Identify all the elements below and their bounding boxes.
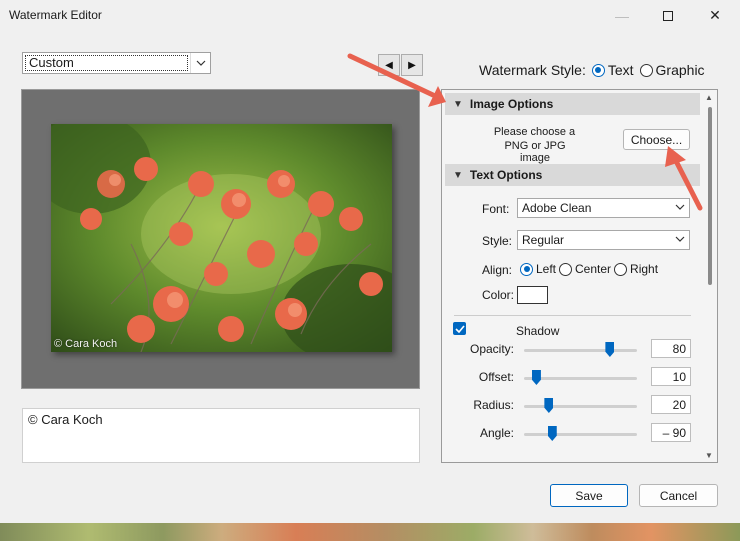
chevron-down-icon	[675, 233, 685, 248]
options-panel: ▼ Image Options Please choose a PNG or J…	[441, 89, 718, 463]
prev-arrow-icon: ◀	[385, 59, 393, 71]
chevron-down-icon	[190, 53, 210, 73]
radius-label: Radius:	[473, 398, 514, 412]
image-prompt-line2: PNG or JPG image	[504, 140, 566, 164]
style-value: Regular	[522, 233, 565, 247]
align-label: Align:	[482, 263, 513, 277]
triangle-down-icon: ▼	[453, 169, 463, 181]
angle-value[interactable]: – 90	[651, 423, 691, 442]
title-bar: Watermark Editor — ✕	[0, 0, 740, 31]
offset-thumb[interactable]	[531, 370, 541, 385]
angle-track[interactable]	[524, 433, 637, 436]
chevron-down-icon	[675, 201, 685, 216]
next-arrow-icon: ▶	[408, 59, 416, 71]
angle-thumb[interactable]	[547, 426, 557, 441]
background-photo-strip	[0, 523, 740, 541]
maximize-icon[interactable]	[645, 0, 691, 31]
close-icon[interactable]: ✕	[692, 0, 738, 31]
minimize-icon[interactable]: —	[599, 0, 645, 31]
radius-thumb[interactable]	[544, 398, 554, 413]
watermark-style-label: Watermark Style:	[479, 62, 586, 78]
prev-button[interactable]: ◀	[378, 54, 400, 76]
shadow-label: Shadow	[516, 324, 560, 338]
opacity-label: Opacity:	[469, 342, 514, 356]
color-label: Color:	[482, 288, 515, 302]
opacity-thumb[interactable]	[605, 342, 615, 357]
angle-label: Angle:	[479, 426, 514, 440]
image-options-title: Image Options	[469, 97, 554, 111]
scroll-down-icon[interactable]: ▼	[705, 451, 713, 460]
save-button[interactable]: Save	[550, 484, 628, 507]
style-text-label[interactable]: Text	[608, 62, 634, 78]
align-left-radio[interactable]	[520, 262, 533, 276]
text-options-title: Text Options	[469, 168, 543, 182]
angle-slider-row: Angle: – 90	[442, 423, 702, 445]
image-options-header[interactable]: ▼ Image Options	[445, 93, 700, 115]
style-text-radio[interactable]	[591, 63, 605, 77]
opacity-value[interactable]: 80	[651, 339, 691, 358]
font-label: Font:	[482, 202, 510, 216]
watermark-style-group: Watermark Style: Text Graphic	[479, 62, 705, 78]
window-title: Watermark Editor	[9, 8, 102, 22]
offset-label: Offset:	[478, 370, 514, 384]
text-options-header[interactable]: ▼ Text Options	[445, 164, 700, 186]
align-group: Left Center Right	[517, 262, 658, 276]
scroll-thumb[interactable]	[708, 107, 712, 285]
offset-value[interactable]: 10	[651, 367, 691, 386]
radius-slider-row: Radius: 20	[442, 395, 702, 417]
preview-area: © Cara Koch	[21, 89, 420, 389]
offset-track[interactable]	[524, 377, 637, 380]
next-button[interactable]: ▶	[401, 54, 423, 76]
preset-dropdown[interactable]: Custom	[22, 52, 211, 74]
shadow-checkbox[interactable]	[453, 322, 466, 335]
radius-track[interactable]	[524, 405, 637, 408]
preview-watermark-text: © Cara Koch	[54, 338, 118, 350]
scroll-up-icon[interactable]: ▲	[705, 93, 713, 102]
panel-scrollbar[interactable]: ▲ ▼	[703, 90, 717, 462]
choose-image-button[interactable]: Choose...	[623, 129, 690, 150]
opacity-slider-row: Opacity: 80	[442, 339, 702, 361]
watermark-text-input[interactable]: © Cara Koch	[22, 408, 420, 463]
align-center-radio[interactable]	[559, 262, 573, 276]
preview-photo: © Cara Koch	[51, 124, 392, 352]
radius-value[interactable]: 20	[651, 395, 691, 414]
align-center-label[interactable]: Center	[575, 262, 611, 276]
align-right-radio[interactable]	[614, 262, 628, 276]
cancel-button[interactable]: Cancel	[639, 484, 718, 507]
font-value: Adobe Clean	[522, 201, 592, 215]
style-dropdown[interactable]: Regular	[517, 230, 690, 250]
font-dropdown[interactable]: Adobe Clean	[517, 198, 690, 218]
checkmark-icon	[454, 324, 465, 333]
color-swatch[interactable]	[517, 286, 548, 304]
style-graphic-label[interactable]: Graphic	[656, 62, 705, 78]
preset-value: Custom	[25, 55, 188, 71]
triangle-down-icon: ▼	[453, 98, 463, 110]
image-prompt-line1: Please choose a	[493, 126, 576, 138]
opacity-track[interactable]	[524, 349, 637, 352]
style-graphic-radio[interactable]	[639, 63, 653, 77]
style-label: Style:	[482, 234, 513, 248]
divider	[454, 315, 691, 316]
align-left-label[interactable]: Left	[536, 262, 556, 276]
align-right-label[interactable]: Right	[630, 262, 658, 276]
offset-slider-row: Offset: 10	[442, 367, 702, 389]
